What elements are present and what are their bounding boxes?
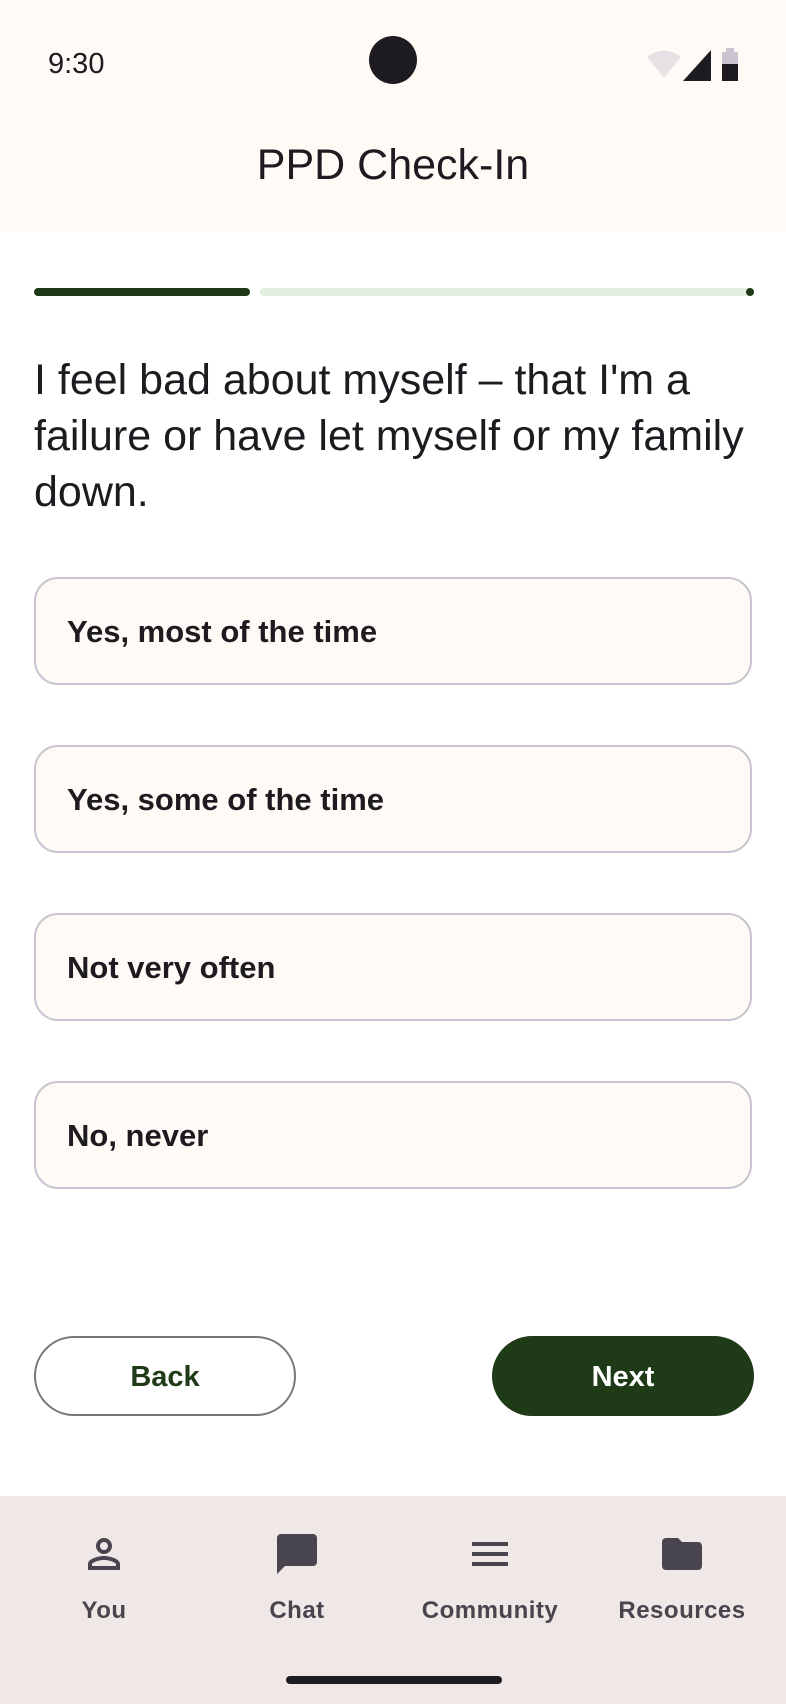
battery-icon	[722, 48, 738, 81]
answer-option-label: Yes, most of the time	[67, 614, 378, 649]
nav-label: Chat	[269, 1597, 325, 1624]
status-icons	[640, 48, 740, 84]
answer-option[interactable]: Yes, some of the time	[34, 745, 752, 853]
answer-option-label: Yes, some of the time	[67, 782, 384, 817]
progress-fill	[34, 288, 250, 296]
nav-item-you[interactable]: You	[6, 1496, 202, 1636]
bottom-navigation: You Chat Community Resources	[0, 1496, 786, 1704]
home-indicator[interactable]	[286, 1676, 502, 1684]
cellular-signal-icon	[683, 50, 711, 81]
wifi-icon	[647, 50, 681, 78]
nav-item-resources[interactable]: Resources	[584, 1496, 780, 1636]
progress-remaining	[260, 288, 754, 296]
back-button[interactable]: Back	[34, 1336, 296, 1416]
camera-cutout	[369, 36, 417, 84]
question-text: I feel bad about myself – that I'm a fai…	[34, 356, 744, 516]
answer-option[interactable]: Yes, most of the time	[34, 577, 752, 685]
nav-label: You	[81, 1597, 127, 1624]
nav-item-chat[interactable]: Chat	[199, 1496, 395, 1636]
folder-icon	[662, 1538, 702, 1570]
progress-stop-indicator	[746, 288, 754, 296]
menu-lines-icon	[472, 1542, 508, 1566]
nav-label: Community	[421, 1597, 559, 1624]
nav-label: Resources	[618, 1597, 746, 1624]
person-icon	[88, 1538, 120, 1570]
status-time: 9:30	[48, 48, 105, 80]
progress-bar	[34, 288, 754, 296]
page-title: PPD Check-In	[256, 141, 530, 189]
nav-item-community[interactable]: Community	[392, 1496, 588, 1636]
answer-option[interactable]: No, never	[34, 1081, 752, 1189]
chat-bubble-icon	[277, 1534, 317, 1574]
top-app-bar: 9:30 PPD Check-In	[0, 0, 786, 232]
answer-option-label: Not very often	[67, 950, 276, 985]
answer-option[interactable]: Not very often	[34, 913, 752, 1021]
next-button[interactable]: Next	[492, 1336, 754, 1416]
answer-option-label: No, never	[67, 1118, 209, 1153]
